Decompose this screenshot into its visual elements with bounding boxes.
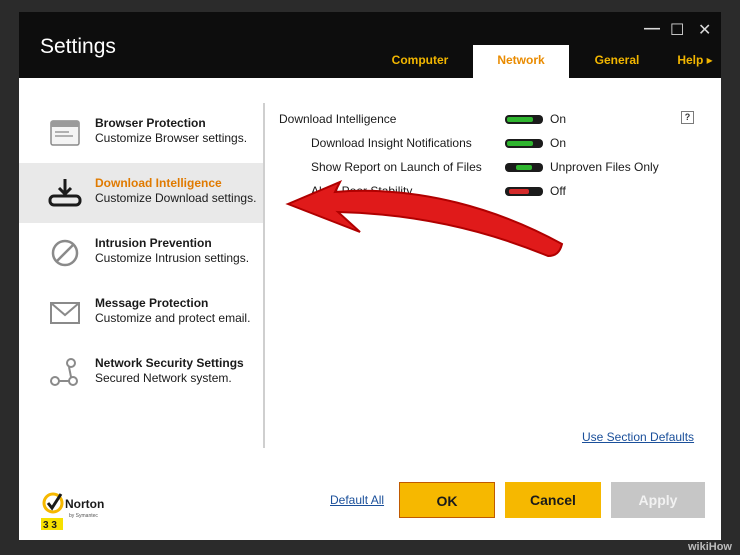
ok-button[interactable]: OK [399,482,495,518]
toggle-download-intelligence[interactable] [505,115,543,124]
sidebar-item-title: Message Protection [95,296,209,310]
sidebar: Browser Protection Customize Browser set… [19,103,265,448]
sidebar-item-subtitle: Customize Download settings. [95,191,257,205]
browser-icon [50,120,80,146]
tab-help[interactable]: Help ▸ [669,45,721,79]
sidebar-item-title: Download Intelligence [95,176,222,190]
sidebar-item-subtitle: Secured Network system. [95,371,232,385]
network-icon [50,358,78,386]
norton-logo: Norton by Symantec 3 3 [41,492,104,530]
toggle-download-insight-notifications[interactable] [505,139,543,148]
sidebar-item-subtitle: Customize Intrusion settings. [95,251,250,265]
default-all-link[interactable]: Default All [330,493,384,507]
settings-panel: Browser Protection Customize Browser set… [19,78,721,540]
maximize-icon[interactable]: ☐ [670,20,684,40]
norton-brand-name: Norton [65,497,104,511]
sidebar-item-subtitle: Customize and protect email. [95,311,251,325]
toggle-fill [516,165,532,170]
apply-button[interactable]: Apply [611,482,705,518]
sidebar-item-network-security-settings[interactable]: Network Security Settings Secured Networ… [19,343,263,403]
toggle-value: On [550,136,567,150]
toggle-fill [507,117,533,122]
setting-label-poor-stability: Al... / Poor Stability [311,184,413,198]
tab-bar: Computer Network General Help ▸ [19,45,721,79]
settings-window: Settings — ☐ ✕ Computer Network General … [19,12,721,540]
download-icon [48,179,82,207]
toggle-value: Unproven Files Only [550,160,659,174]
wikihow-watermark: wikiHow [687,541,732,553]
help-icon[interactable]: ? [681,111,694,124]
prohibited-icon [51,239,79,267]
toggle-fill [507,141,533,146]
toggle-show-report[interactable] [505,163,543,172]
toggle-fill [509,189,529,194]
setting-label-download-intelligence: Download Intelligence [279,112,397,126]
sidebar-item-browser-protection[interactable]: Browser Protection Customize Browser set… [19,103,263,163]
setting-label-show-report: Show Report on Launch of Files [311,160,482,174]
close-icon[interactable]: ✕ [698,20,711,40]
sidebar-item-intrusion-prevention[interactable]: Intrusion Prevention Customize Intrusion… [19,223,263,283]
sidebar-item-title: Browser Protection [95,116,206,130]
toggle-value: Off [550,184,566,198]
tab-general[interactable]: General [569,45,665,79]
sidebar-item-download-intelligence[interactable]: Download Intelligence Customize Download… [19,163,263,223]
toggle-poor-stability[interactable] [505,187,543,196]
tab-computer[interactable]: Computer [371,45,469,79]
sidebar-item-title: Intrusion Prevention [95,236,212,250]
setting-label-download-insight-notifications: Download Insight Notifications [311,136,472,150]
sidebar-item-subtitle: Customize Browser settings. [95,131,248,145]
sidebar-item-message-protection[interactable]: Message Protection Customize and protect… [19,283,263,343]
envelope-icon [50,302,80,324]
tab-network[interactable]: Network [473,45,569,79]
norton-brand-sub: by Symantec [69,513,98,519]
sidebar-item-title: Network Security Settings [95,356,244,370]
toggle-value: On [550,112,567,126]
cancel-button[interactable]: Cancel [505,482,601,518]
use-section-defaults-link[interactable]: Use Section Defaults [582,430,694,444]
svg-text:3 3: 3 3 [43,520,57,530]
minimize-icon[interactable]: — [644,20,660,38]
